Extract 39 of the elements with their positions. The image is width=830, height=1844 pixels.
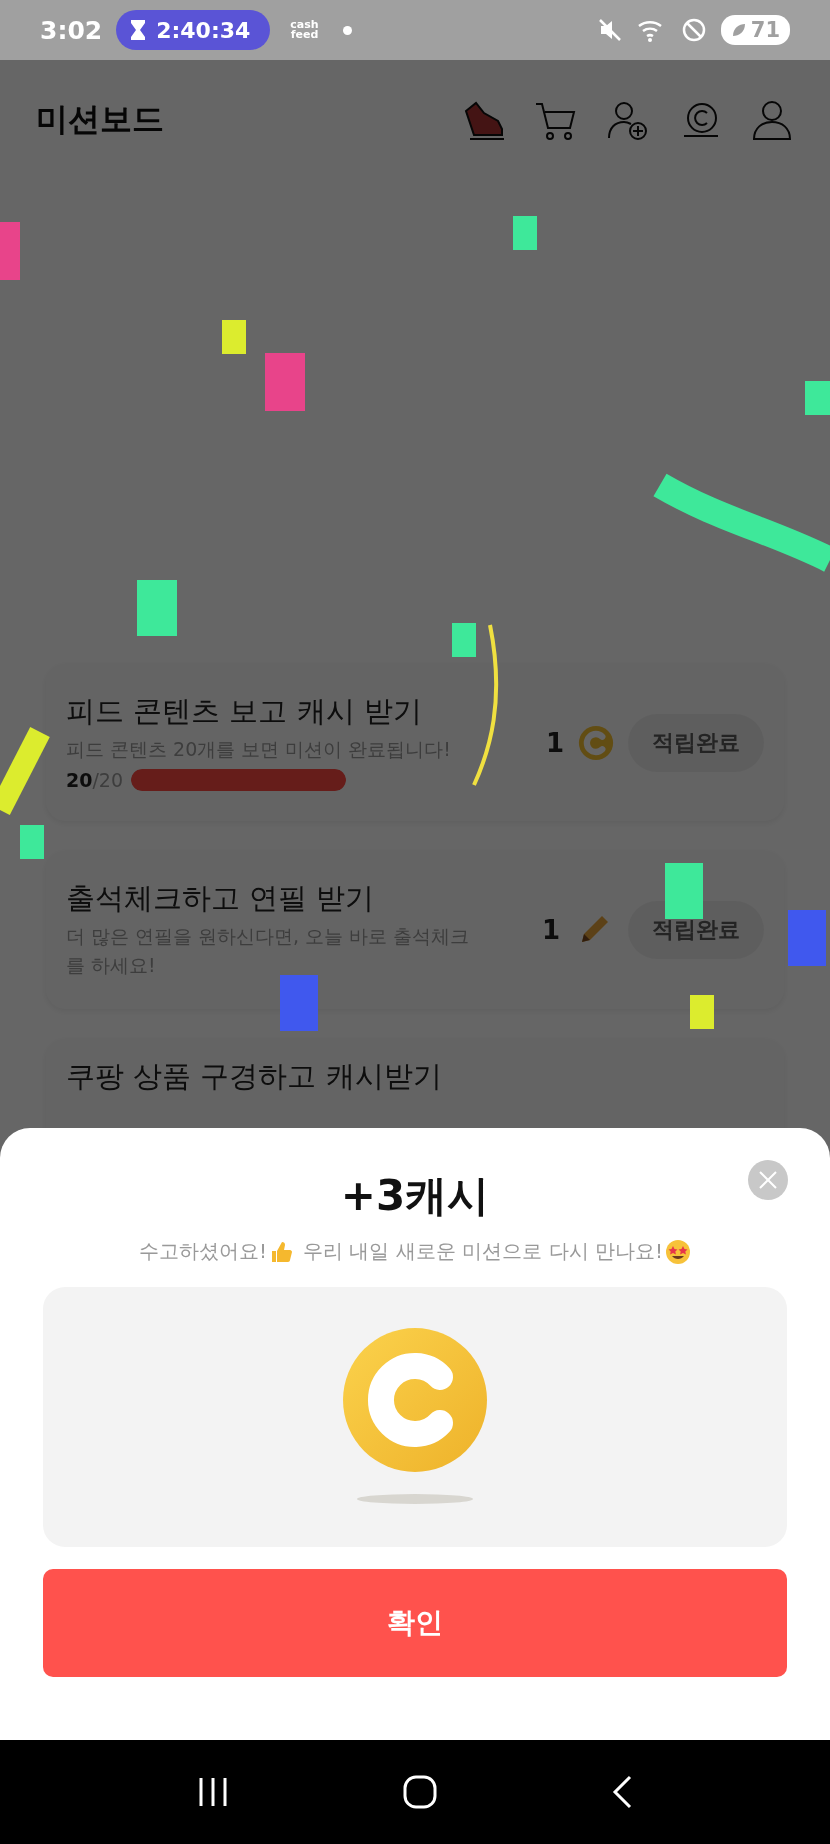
home-icon[interactable]	[402, 1774, 438, 1810]
mission-title: 쿠팡 상품 구경하고 캐시받기	[66, 1059, 443, 1094]
notification-dot	[342, 25, 352, 35]
message-text: 수고하셨어요!	[139, 1238, 268, 1265]
battery-indicator: 71	[720, 15, 790, 45]
coin-icon	[578, 724, 614, 761]
page-title: 미션보드	[36, 99, 165, 140]
leaf-icon	[730, 22, 747, 38]
reward-title: +3캐시	[340, 1170, 490, 1222]
confetti-piece	[452, 623, 476, 657]
confetti-piece	[788, 910, 826, 966]
app-logo: cash feed	[290, 20, 319, 40]
coin-icon	[342, 1327, 488, 1507]
confetti-piece	[513, 216, 537, 250]
mute-icon	[596, 17, 623, 43]
message-text: 우리 내일 새로운 미션으로 다시 만나요!	[303, 1238, 663, 1265]
reward-amount: 1	[541, 915, 560, 946]
star-eyes-icon	[664, 1238, 691, 1265]
confetti-piece	[280, 975, 318, 1031]
back-icon[interactable]	[610, 1774, 634, 1810]
confetti-piece	[805, 381, 830, 415]
block-icon	[680, 17, 707, 43]
status-time: 3:02	[40, 15, 103, 45]
mission-title: 피드 콘텐츠 보고 캐시 받기	[66, 694, 423, 729]
timer-badge: 2:40:34	[116, 10, 271, 50]
confetti-piece	[222, 320, 246, 354]
mission-title: 출석체크하고 연필 받기	[66, 881, 376, 917]
close-icon	[758, 1170, 778, 1190]
confetti-piece	[137, 580, 177, 636]
confetti-piece	[0, 222, 20, 280]
confetti-piece	[665, 863, 703, 919]
user-icon[interactable]	[750, 98, 794, 142]
confetti-piece	[690, 995, 714, 1029]
confirm-button[interactable]: 확인	[43, 1569, 787, 1677]
confetti-piece	[265, 353, 305, 411]
reward-amount: 1	[545, 727, 564, 758]
hourglass-icon	[130, 19, 147, 41]
thumbs-up-icon	[269, 1239, 294, 1264]
confetti-piece	[20, 825, 44, 859]
